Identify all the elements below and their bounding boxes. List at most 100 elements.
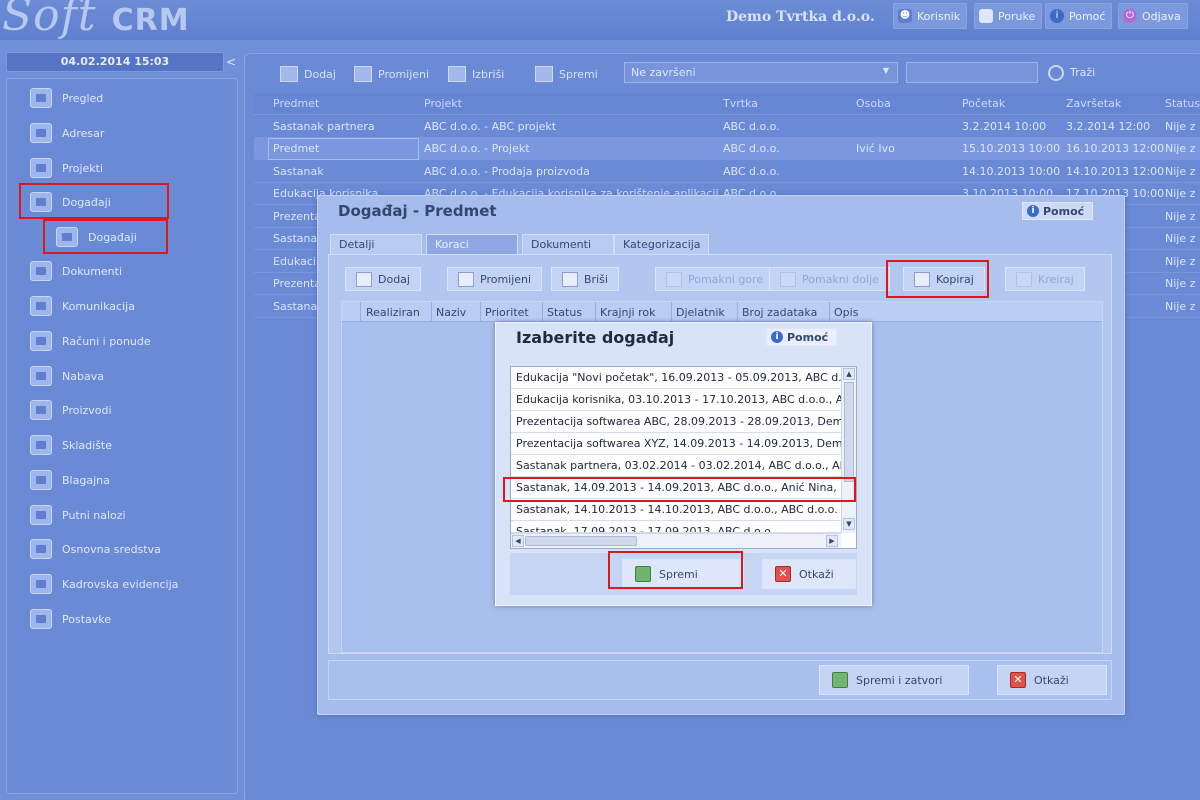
communication-icon bbox=[30, 296, 52, 316]
col-naziv[interactable]: Naziv bbox=[436, 306, 466, 319]
col-realiziran[interactable]: Realiziran bbox=[366, 306, 420, 319]
col-djelatnik[interactable]: Djelatnik bbox=[676, 306, 725, 319]
info-icon: i bbox=[771, 331, 783, 343]
edit-button[interactable]: Promijeni bbox=[354, 62, 429, 86]
tab-kategorizacija[interactable]: Kategorizacija bbox=[614, 234, 709, 254]
list-item[interactable]: Prezentacija softwarea XYZ, 14.09.2013 -… bbox=[511, 433, 841, 455]
products-icon bbox=[30, 400, 52, 420]
cancel-icon: ✕ bbox=[775, 566, 791, 582]
picker-cancel-button[interactable]: ✕ Otkaži bbox=[762, 559, 856, 589]
sidebar-item-kadrovska[interactable]: Kadrovska evidencija bbox=[30, 571, 178, 597]
search-input[interactable] bbox=[906, 62, 1038, 83]
list-item[interactable]: Edukacija korisnika, 03.10.2013 - 17.10.… bbox=[511, 389, 841, 411]
overview-icon bbox=[30, 88, 52, 108]
sidebar-item-komunikacija[interactable]: Komunikacija bbox=[30, 293, 135, 319]
address-book-icon bbox=[30, 123, 52, 143]
assets-icon bbox=[30, 539, 52, 559]
delete-button[interactable]: Izbriši bbox=[448, 62, 504, 86]
col-status[interactable]: Status bbox=[1165, 97, 1200, 110]
move-up-button[interactable]: Pomakni gore bbox=[655, 267, 775, 291]
logout-button[interactable]: ⏻ Odjava bbox=[1118, 3, 1188, 29]
sidebar-item-putni-nalozi[interactable]: Putni nalozi bbox=[30, 502, 126, 528]
scroll-left-icon[interactable]: ◀ bbox=[512, 535, 524, 547]
sidebar-item-dokumenti[interactable]: Dokumenti bbox=[30, 258, 122, 284]
move-down-button[interactable]: Pomakni dolje bbox=[769, 267, 890, 291]
col-projekt[interactable]: Projekt bbox=[424, 97, 719, 110]
dialog-help-button[interactable]: i Pomoć bbox=[1022, 202, 1094, 220]
sidebar-item-adresar[interactable]: Adresar bbox=[30, 120, 104, 146]
list-item[interactable]: Sastanak, 14.10.2013 - 14.10.2013, ABC d… bbox=[511, 499, 841, 521]
search-button[interactable]: Traži bbox=[1048, 62, 1095, 83]
save-button[interactable]: Spremi bbox=[535, 62, 598, 86]
search-icon bbox=[1048, 64, 1064, 81]
info-icon: i bbox=[1027, 205, 1039, 217]
add-button[interactable]: Dodaj bbox=[280, 62, 336, 86]
step-add-button[interactable]: Dodaj bbox=[345, 267, 421, 291]
col-opis[interactable]: Opis bbox=[834, 306, 858, 319]
table-row[interactable]: Sastanak partnera ABC d.o.o. - ABC projek… bbox=[254, 116, 1200, 138]
scroll-up-icon[interactable]: ▲ bbox=[843, 368, 855, 380]
sidebar-item-skladiste[interactable]: Skladište bbox=[30, 432, 112, 458]
list-item[interactable]: Sastanak partnera, 03.02.2014 - 03.02.20… bbox=[511, 455, 841, 477]
sidebar-item-pregled[interactable]: Pregled bbox=[30, 85, 103, 111]
collapse-sidebar-button[interactable]: < bbox=[226, 55, 236, 69]
tab-dokumenti[interactable]: Dokumenti bbox=[522, 234, 614, 254]
sidebar-item-nabava[interactable]: Nabava bbox=[30, 363, 104, 389]
chevron-down-icon: ▼ bbox=[882, 66, 889, 75]
arrow-down-icon bbox=[780, 271, 796, 287]
create-button[interactable]: Kreiraj bbox=[1005, 267, 1085, 291]
grid-header: Realiziran Naziv Prioritet Status Krajnj… bbox=[342, 302, 1102, 322]
help-button[interactable]: i Pomoć bbox=[1045, 3, 1113, 29]
list-item[interactable]: Sastanak, 17.09.2013 - 17.09.2013, ABC d… bbox=[511, 521, 841, 533]
sidebar-item-osnovna-sredstva[interactable]: Osnovna sredstva bbox=[30, 536, 161, 562]
tab-detalji[interactable]: Detalji bbox=[330, 234, 422, 254]
col-osoba[interactable]: Osoba bbox=[856, 97, 960, 110]
scroll-thumb[interactable] bbox=[525, 536, 637, 546]
add-icon bbox=[356, 271, 372, 287]
projects-icon bbox=[30, 158, 52, 178]
highlight-dogadaji bbox=[19, 183, 169, 219]
step-edit-button[interactable]: Promijeni bbox=[447, 267, 543, 291]
col-zavrsetak[interactable]: Završetak bbox=[1066, 97, 1166, 110]
delete-icon bbox=[448, 66, 466, 82]
scroll-right-icon[interactable]: ▶ bbox=[826, 535, 838, 547]
save-close-button[interactable]: Spremi i zatvori bbox=[819, 665, 969, 695]
col-broj-zadataka[interactable]: Broj zadataka bbox=[742, 306, 817, 319]
table-row[interactable]: Sastanak ABC d.o.o. - Prodaja proizvoda AB… bbox=[254, 161, 1200, 183]
list-vertical-scrollbar[interactable]: ▲ ▼ bbox=[841, 367, 856, 533]
col-krajnji-rok[interactable]: Krajnji rok bbox=[600, 306, 656, 319]
edit-icon bbox=[458, 271, 474, 287]
col-pocetak[interactable]: Početak bbox=[962, 97, 1066, 110]
event-list[interactable]: Edukacija "Novi početak", 16.09.2013 - 0… bbox=[510, 366, 857, 549]
user-button[interactable]: ☻ Korisnik bbox=[893, 3, 968, 29]
col-predmet[interactable]: Predmet bbox=[273, 97, 419, 110]
invoices-icon bbox=[30, 331, 52, 351]
user-icon: ☻ bbox=[898, 9, 912, 23]
step-delete-button[interactable]: Briši bbox=[551, 267, 619, 291]
picker-help-button[interactable]: i Pomoć bbox=[766, 328, 838, 346]
sidebar-item-racuni[interactable]: Računi i ponude bbox=[30, 328, 151, 354]
scroll-down-icon[interactable]: ▼ bbox=[843, 518, 855, 530]
app-logo: Soft CRM bbox=[2, 0, 190, 41]
highlight-copy bbox=[886, 260, 989, 298]
col-prioritet[interactable]: Prioritet bbox=[485, 306, 529, 319]
status-filter-select[interactable]: Ne završeni ▼ bbox=[624, 62, 898, 83]
warehouse-icon bbox=[30, 435, 52, 455]
tab-koraci[interactable]: Koraci bbox=[426, 234, 518, 254]
scroll-thumb[interactable] bbox=[844, 382, 854, 482]
sidebar-item-blagajna[interactable]: Blagajna bbox=[30, 467, 110, 493]
list-item[interactable]: Prezentacija softwarea ABC, 28.09.2013 -… bbox=[511, 411, 841, 433]
list-item[interactable]: Edukacija "Novi početak", 16.09.2013 - 0… bbox=[511, 367, 841, 389]
col-status[interactable]: Status bbox=[547, 306, 582, 319]
dialog-footer: Spremi i zatvori ✕ Otkaži bbox=[328, 660, 1112, 700]
selected-cell-outline bbox=[268, 138, 419, 160]
sidebar-item-projekti[interactable]: Projekti bbox=[30, 155, 103, 181]
col-tvrtka[interactable]: Tvrtka bbox=[723, 97, 853, 110]
add-icon bbox=[280, 66, 298, 82]
sidebar-item-postavke[interactable]: Postavke bbox=[30, 606, 111, 632]
dialog-cancel-button[interactable]: ✕ Otkaži bbox=[997, 665, 1107, 695]
cashier-icon bbox=[30, 470, 52, 490]
sidebar-item-proizvodi[interactable]: Proizvodi bbox=[30, 397, 112, 423]
list-horizontal-scrollbar[interactable]: ◀ ▶ bbox=[511, 533, 841, 548]
messages-button[interactable]: Poruke bbox=[974, 3, 1043, 29]
